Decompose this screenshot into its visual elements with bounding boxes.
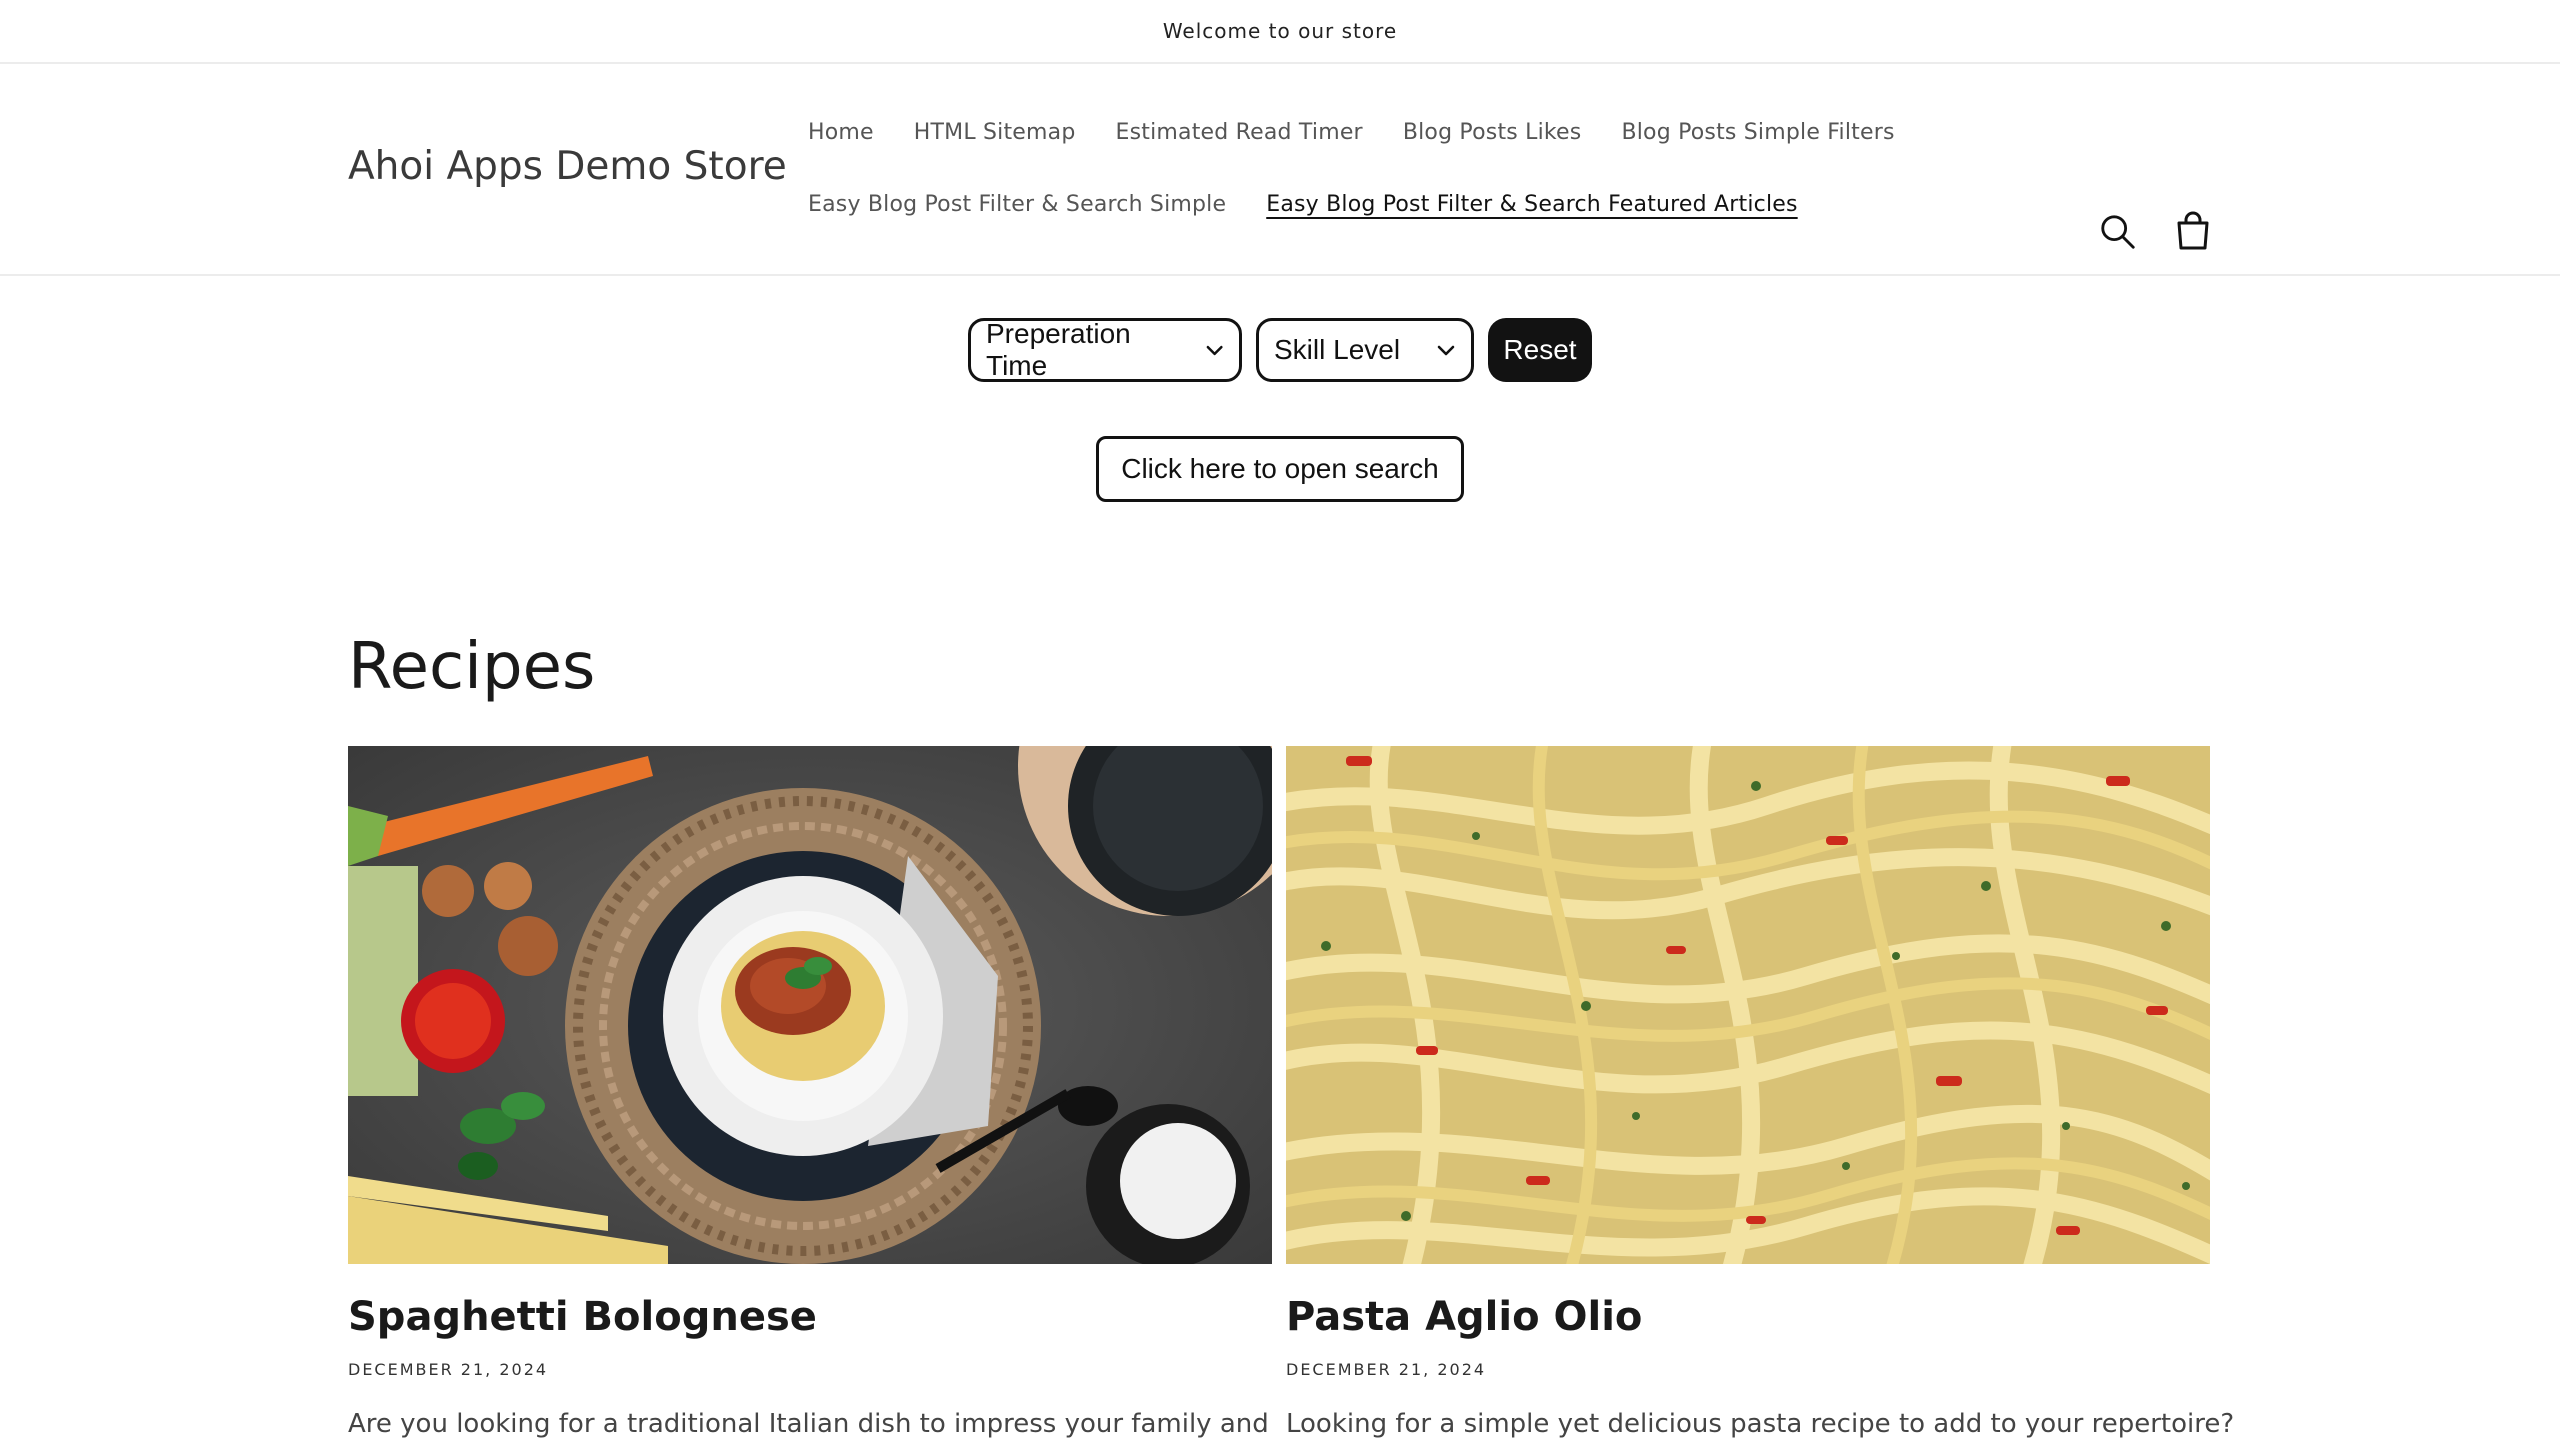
site-header: Ahoi Apps Demo Store Home HTML Sitemap E… [0,64,2560,276]
article-card: Pasta Aglio Olio DECEMBER 21, 2024 Looki… [1286,746,2235,1439]
cart-icon[interactable] [2172,210,2214,252]
main-nav-row-1: Home HTML Sitemap Estimated Read Timer B… [808,120,1895,145]
nav-blog-posts-likes[interactable]: Blog Posts Likes [1403,120,1582,145]
nav-html-sitemap[interactable]: HTML Sitemap [914,120,1076,145]
store-logo[interactable]: Ahoi Apps Demo Store [348,144,787,189]
nav-home[interactable]: Home [808,120,874,145]
nav-easy-filter-search-simple[interactable]: Easy Blog Post Filter & Search Simple [808,192,1226,217]
article-title[interactable]: Pasta Aglio Olio [1286,1294,2210,1340]
article-date: DECEMBER 21, 2024 [348,1360,549,1379]
nav-blog-posts-simple-filters[interactable]: Blog Posts Simple Filters [1621,120,1894,145]
skill-level-label: Skill Level [1274,334,1401,365]
article-title[interactable]: Spaghetti Bolognese [348,1294,1272,1340]
announcement-bar: Welcome to our store [0,0,2560,64]
filter-bar: Preperation Time Skill Level Reset [0,318,2560,382]
skill-level-select[interactable]: Skill Level [1256,318,1474,382]
article-excerpt: Looking for a simple yet delicious pasta… [1286,1409,2235,1439]
article-image-spaghetti-bolognese[interactable] [348,746,1272,1264]
article-image-pasta-aglio-olio[interactable] [1286,746,2210,1264]
section-title: Recipes [348,630,596,704]
preparation-time-select[interactable]: Preperation Time [968,318,1242,382]
article-excerpt: Are you looking for a traditional Italia… [348,1409,1269,1439]
main-nav-row-2: Easy Blog Post Filter & Search Simple Ea… [808,192,1798,217]
reset-button[interactable]: Reset [1488,318,1592,382]
search-icon[interactable] [2098,212,2140,254]
article-card: Spaghetti Bolognese DECEMBER 21, 2024 Ar… [348,746,1272,1439]
nav-easy-filter-search-featured[interactable]: Easy Blog Post Filter & Search Featured … [1266,192,1797,217]
article-date: DECEMBER 21, 2024 [1286,1360,1487,1379]
announcement-text: Welcome to our store [1162,19,1398,43]
preparation-time-label: Preperation Time [986,318,1131,381]
chevron-down-icon [1437,345,1455,356]
open-search-button[interactable]: Click here to open search [1096,436,1464,502]
nav-estimated-read-timer[interactable]: Estimated Read Timer [1116,120,1363,145]
chevron-down-icon [1206,345,1223,356]
